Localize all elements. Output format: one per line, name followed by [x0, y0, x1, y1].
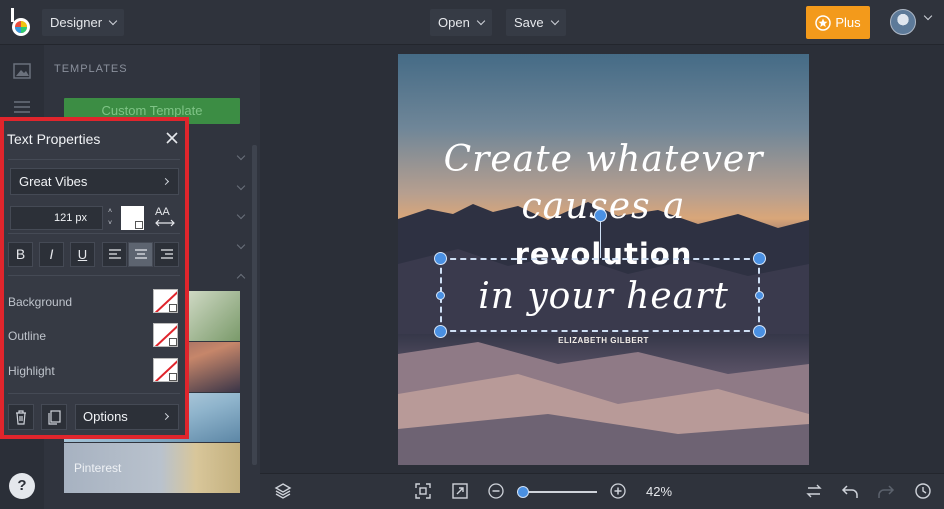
delete-button[interactable] [8, 404, 34, 430]
duplicate-icon [48, 410, 61, 425]
save-label: Save [514, 15, 544, 30]
divider [8, 159, 180, 160]
top-bar: Designer Open Save Plus [0, 0, 944, 45]
swap-icon[interactable] [805, 482, 823, 500]
divider [8, 275, 180, 276]
resize-handle-bottom-right[interactable] [753, 325, 766, 338]
chevron-down-icon [550, 16, 559, 26]
font-size-stepper[interactable]: ˄ ˅ [106, 206, 114, 230]
star-badge-icon [815, 14, 832, 31]
designer-menu-button[interactable]: Designer [42, 9, 125, 36]
chevron-down-icon [476, 16, 486, 26]
open-button[interactable]: Open [430, 9, 492, 36]
options-label: Options [83, 409, 128, 424]
help-button[interactable]: ? [9, 473, 35, 499]
text-color-swatch[interactable] [121, 206, 144, 230]
layers-icon[interactable] [274, 482, 292, 500]
text-properties-title: Text Properties [7, 131, 101, 147]
thumbnail-label: Pinterest [74, 461, 122, 475]
plus-upgrade-button[interactable]: Plus [806, 6, 870, 39]
align-center-icon [134, 249, 147, 259]
resize-handle-left[interactable] [436, 291, 445, 300]
undo-icon[interactable] [841, 482, 859, 500]
sliders-icon[interactable] [12, 97, 32, 117]
align-right-icon [160, 249, 173, 259]
plus-label: Plus [835, 15, 861, 30]
dropdown-corner-icon [135, 221, 143, 229]
resize-handle-bottom-left[interactable] [434, 325, 447, 338]
zoom-in-icon[interactable] [610, 483, 626, 499]
chevron-up-icon [236, 273, 246, 283]
quote-line-1[interactable]: Create whatever [398, 139, 809, 180]
letter-spacing-button[interactable]: AA [155, 206, 175, 227]
template-category-row[interactable] [190, 206, 246, 226]
template-category-row[interactable] [190, 177, 246, 197]
resize-handle-top-left[interactable] [434, 252, 447, 265]
chevron-down-icon [236, 181, 246, 191]
rotate-handle[interactable] [594, 209, 607, 222]
italic-button[interactable]: I [39, 242, 64, 267]
divider [8, 393, 180, 394]
history-icon[interactable] [914, 482, 932, 500]
image-icon[interactable] [12, 61, 32, 81]
font-name: Great Vibes [19, 174, 88, 189]
zoom-out-icon[interactable] [488, 483, 504, 499]
aa-label: AA [155, 206, 170, 218]
resize-handle-right[interactable] [755, 291, 764, 300]
text-properties-panel: Text Properties Great Vibes 121 px ˄ ˅ AA… [0, 117, 189, 439]
panel-scrollbar[interactable] [252, 145, 257, 465]
chevron-down-icon [108, 16, 118, 26]
chevron-down-icon [236, 210, 246, 220]
redo-icon[interactable] [877, 482, 895, 500]
user-avatar[interactable] [890, 9, 916, 35]
font-size-field[interactable]: 121 px [10, 206, 103, 230]
templates-section-title: TEMPLATES [54, 63, 128, 75]
options-button[interactable]: Options [75, 404, 179, 430]
template-category-row[interactable] [190, 147, 246, 167]
chevron-right-icon [161, 177, 170, 186]
background-swatch[interactable] [153, 289, 178, 313]
highlight-label: Highlight [8, 364, 55, 378]
save-button[interactable]: Save [506, 9, 566, 36]
chevron-down-icon [236, 151, 246, 161]
snow-slope [398, 342, 809, 465]
highlight-swatch[interactable] [153, 358, 178, 382]
resize-handle-top-right[interactable] [753, 252, 766, 265]
template-category-row[interactable] [190, 236, 246, 256]
template-category-row[interactable] [190, 266, 246, 286]
text-selection-box[interactable] [440, 258, 760, 332]
outline-swatch[interactable] [153, 323, 178, 347]
designer-menu-label: Designer [50, 15, 103, 30]
spacing-arrow-icon [155, 219, 175, 227]
outline-label: Outline [8, 329, 47, 343]
bold-button[interactable]: B [8, 242, 33, 267]
chevron-down-icon[interactable] [923, 11, 933, 21]
expand-icon[interactable] [451, 482, 469, 500]
align-center-button[interactable] [128, 242, 153, 267]
underline-button[interactable]: U [70, 242, 95, 267]
background-label: Background [8, 295, 73, 309]
align-left-icon [108, 249, 121, 259]
divider [8, 233, 180, 234]
close-icon[interactable] [164, 130, 180, 146]
duplicate-button[interactable] [41, 404, 67, 430]
open-label: Open [438, 15, 470, 30]
zoom-value: 42% [646, 484, 673, 499]
align-right-button[interactable] [154, 242, 179, 267]
template-thumbnail-pinterest[interactable]: Pinterest [64, 443, 240, 493]
chevron-down-icon [236, 240, 246, 250]
chevron-right-icon [161, 412, 170, 421]
rotate-handle-line [600, 222, 601, 258]
font-selector[interactable]: Great Vibes [10, 168, 179, 195]
align-left-button[interactable] [102, 242, 127, 267]
trash-icon [16, 410, 26, 425]
befunky-logo-icon[interactable] [8, 8, 34, 38]
fit-to-screen-icon[interactable] [414, 482, 432, 500]
quote-author[interactable]: ELIZABETH GILBERT [398, 336, 809, 345]
